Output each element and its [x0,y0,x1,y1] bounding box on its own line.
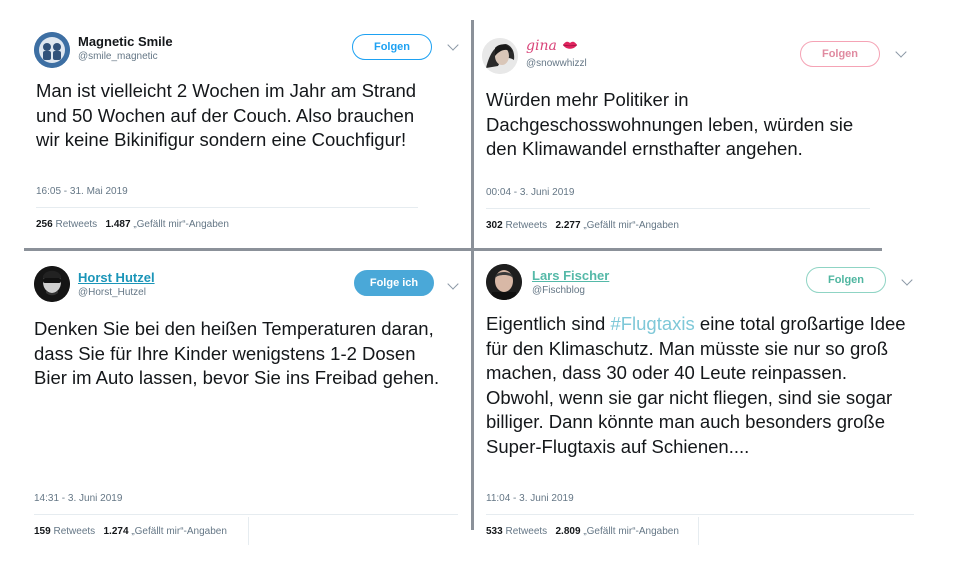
likes-label: „Gefällt mir“-Angaben [583,526,679,537]
tweet-timestamp[interactable]: 11:04 - 3. Juni 2019 [486,493,574,504]
lips-icon [562,41,578,49]
tweet-stats: 159 Retweets 1.274 „Gefällt mir“-Angaben [34,526,227,537]
retweet-count[interactable]: 302 [486,220,503,231]
tweet-stats: 256 Retweets 1.487 „Gefällt mir“-Angaben [36,219,229,230]
tweet-timestamp[interactable]: 16:05 - 31. Mai 2019 [36,186,128,197]
user-name[interactable]: Magnetic Smile [78,34,173,49]
retweet-count[interactable]: 256 [36,219,53,230]
user-name[interactable]: gina [526,38,557,54]
user-handle[interactable]: @smile_magnetic [78,51,158,62]
retweets-label: Retweets [55,219,98,230]
avatar[interactable] [486,264,522,300]
avatar-image-icon [482,38,518,74]
following-button[interactable]: Folge ich [354,270,434,296]
user-handle[interactable]: @Fischblog [532,285,585,296]
tweet-stats: 533 Retweets 2.809 „Gefällt mir“-Angaben [486,526,679,537]
likes-label: „Gefällt mir“-Angaben [583,220,679,231]
tweet-text: Eigentlich sind #Flugtaxis eine total gr… [486,312,912,459]
horizontal-divider [24,248,882,251]
user-name[interactable]: Lars Fischer [532,268,609,283]
tweet-text: Man ist vielleicht 2 Wochen im Jahr am S… [36,80,417,150]
retweets-label: Retweets [505,220,548,231]
chevron-down-icon[interactable] [447,39,459,51]
user-name[interactable]: Horst Hutzel [78,270,155,285]
like-count[interactable]: 2.809 [556,526,581,537]
follow-button[interactable]: Folgen [352,34,432,60]
tweet-text: Würden mehr Politiker in Dachgeschosswoh… [486,89,854,159]
separator [486,208,870,209]
tweet-timestamp[interactable]: 00:04 - 3. Juni 2019 [486,187,574,198]
like-count[interactable]: 1.274 [104,526,129,537]
avatar[interactable] [34,266,70,302]
avatar[interactable] [34,32,70,68]
user-handle[interactable]: @snowwhizzl [526,58,587,69]
stats-divider [698,517,699,545]
tweet-text-start: Eigentlich sind [486,313,611,334]
likes-label: „Gefällt mir“-Angaben [131,526,227,537]
tweet-text: Denken Sie bei den heißen Temperaturen d… [34,318,440,388]
chevron-down-icon[interactable] [895,46,907,58]
avatar-image-icon [486,264,522,300]
follow-button[interactable]: Folgen [806,267,886,293]
retweets-label: Retweets [53,526,96,537]
avatar-image-icon [34,32,70,68]
retweets-label: Retweets [505,526,548,537]
tweet-stats: 302 Retweets 2.277 „Gefällt mir“-Angaben [486,220,679,231]
vertical-divider [471,20,474,530]
user-handle[interactable]: @Horst_Hutzel [78,287,146,298]
separator [36,207,418,208]
retweet-count[interactable]: 533 [486,526,503,537]
avatar[interactable] [482,38,518,74]
separator [486,514,914,515]
retweet-count[interactable]: 159 [34,526,51,537]
tweet-text-rest: eine total großartige Idee für den Klima… [486,313,906,457]
chevron-down-icon[interactable] [901,274,913,286]
stats-divider [248,517,249,545]
separator [34,514,458,515]
likes-label: „Gefällt mir“-Angaben [133,219,229,230]
avatar-image-icon [34,266,70,302]
like-count[interactable]: 2.277 [556,220,581,231]
follow-button[interactable]: Folgen [800,41,880,67]
chevron-down-icon[interactable] [447,278,459,290]
hashtag-link[interactable]: #Flugtaxis [610,313,694,334]
tweet-timestamp[interactable]: 14:31 - 3. Juni 2019 [34,493,122,504]
like-count[interactable]: 1.487 [106,219,131,230]
